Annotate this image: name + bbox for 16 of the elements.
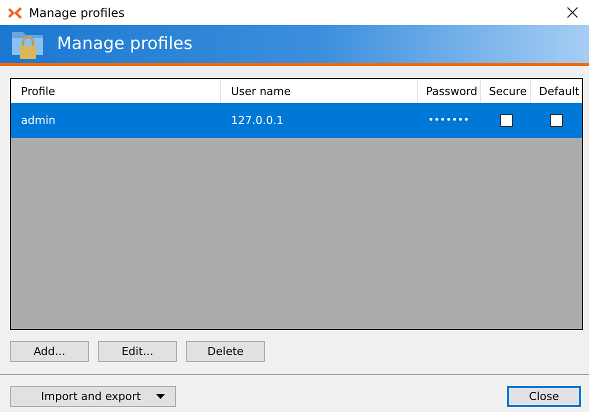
import-export-button[interactable]: Import and export [10, 386, 176, 407]
password-cell-text: ••••••• [428, 114, 470, 126]
action-button[interactable]: Add... [10, 341, 89, 362]
window-title: Manage profiles [29, 6, 125, 20]
table-cell: admin [21, 114, 56, 127]
app-logo-icon [8, 6, 22, 18]
close-button[interactable]: Close [507, 386, 581, 407]
action-button[interactable]: Delete [186, 341, 265, 362]
close-icon[interactable] [567, 7, 578, 18]
table-cell: 127.0.0.1 [231, 114, 284, 127]
profile-row[interactable]: admin 127.0.0.1 ••••••• [11, 103, 582, 138]
dropdown-caret-icon [156, 394, 165, 399]
banner-title: Manage profiles [57, 34, 192, 54]
secure-checkbox[interactable] [500, 114, 512, 127]
default-checkbox[interactable] [550, 114, 563, 127]
action-button[interactable]: Edit... [98, 341, 177, 362]
